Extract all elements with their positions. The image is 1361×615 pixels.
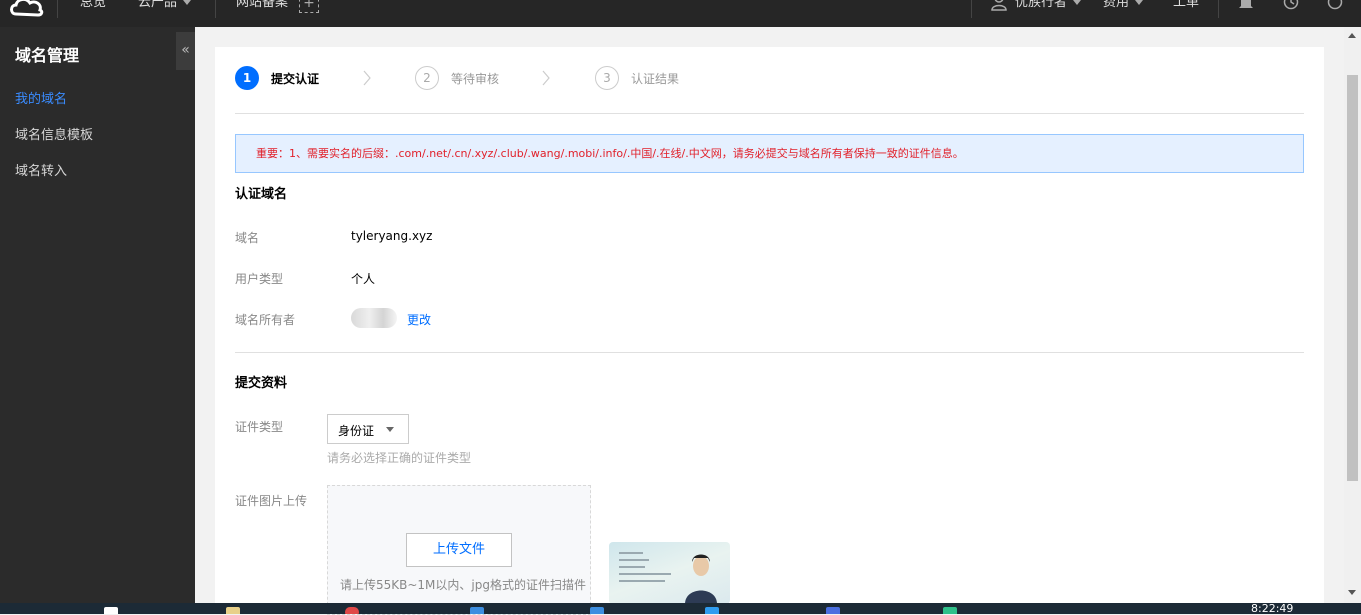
caret-down-icon	[386, 427, 394, 432]
step-2-circle: 2	[415, 66, 439, 90]
text-line	[619, 580, 665, 582]
divider	[235, 113, 1304, 114]
section-title-verify-domain: 认证域名	[235, 187, 288, 202]
upload-label: 证件图片上传	[235, 494, 308, 508]
taskbar-app-icon[interactable]	[705, 607, 719, 614]
help-icon[interactable]	[1326, 0, 1344, 12]
step-2-label: 等待审核	[451, 72, 500, 86]
text-line	[619, 573, 671, 575]
cert-type-value: 身份证	[338, 424, 375, 438]
billing-menu[interactable]: 费用	[1103, 0, 1144, 12]
user-type-value: 个人	[351, 272, 376, 286]
taskbar-app-icon[interactable]	[470, 607, 484, 614]
chevron-down-icon	[1073, 0, 1082, 5]
upload-description: 请上传55KB~1M以内、jpg格式的证件扫描件	[340, 578, 586, 592]
billing-label: 费用	[1103, 0, 1130, 10]
bell-icon[interactable]	[1237, 0, 1255, 12]
upload-file-button[interactable]: 上传文件	[406, 533, 512, 567]
chevron-down-icon	[183, 0, 192, 5]
add-shortcut-icon[interactable]: +	[299, 0, 319, 13]
scroll-up-arrow-icon[interactable]	[1348, 33, 1356, 38]
text-line	[619, 566, 645, 568]
top-nav-bar: 总览 云产品 网站备案 + 优族行者 费用 工单	[0, 0, 1361, 27]
sidebar: 域名管理 « 我的域名 域名信息模板 域名转入	[0, 27, 195, 603]
chevron-down-icon	[1135, 0, 1144, 5]
taskbar-app-icon[interactable]	[943, 607, 957, 614]
cert-type-select[interactable]: 身份证	[327, 414, 409, 444]
cloud-logo-icon[interactable]	[8, 0, 46, 18]
nav-overview[interactable]: 总览	[80, 0, 106, 12]
taskbar-chrome-icon[interactable]	[345, 607, 359, 614]
step-1-label: 提交认证	[271, 72, 320, 86]
ticket-link[interactable]: 工单	[1173, 0, 1199, 12]
sidebar-item-domain-transfer[interactable]: 域名转入	[15, 160, 67, 179]
divider	[1218, 0, 1219, 18]
divider	[57, 0, 58, 18]
id-card-sample-image	[609, 542, 730, 604]
collapse-sidebar-icon[interactable]: «	[176, 32, 195, 70]
portrait-photo-icon	[685, 554, 717, 604]
owner-name-redacted	[351, 308, 397, 328]
chevron-right-icon	[363, 70, 371, 86]
divider	[235, 352, 1304, 353]
os-taskbar: 8:22:49	[0, 603, 1361, 614]
change-owner-link[interactable]: 更改	[407, 311, 431, 328]
user-name: 优族行者	[1015, 0, 1068, 10]
clock-icon[interactable]	[1282, 0, 1300, 12]
upload-dropzone[interactable]: 上传文件 请上传55KB~1M以内、jpg格式的证件扫描件	[327, 485, 591, 615]
cert-type-hint: 请务必选择正确的证件类型	[327, 451, 472, 465]
step-1-circle: 1	[235, 66, 259, 90]
text-line	[619, 552, 643, 554]
step-3-label: 认证结果	[631, 72, 680, 86]
user-type-label: 用户类型	[235, 272, 284, 286]
scroll-down-arrow-icon[interactable]	[1348, 590, 1356, 595]
nav-products-label: 云产品	[138, 0, 178, 10]
taskbar-app-icon[interactable]	[104, 607, 118, 614]
domain-value: tyleryang.xyz	[351, 229, 433, 243]
text-line	[619, 559, 649, 561]
user-menu[interactable]: 优族行者	[1015, 0, 1082, 12]
taskbar-app-icon[interactable]	[826, 607, 840, 614]
taskbar-app-icon[interactable]	[226, 607, 240, 614]
divider	[971, 0, 972, 18]
chevron-right-icon	[542, 70, 550, 86]
scrollbar-thumb[interactable]	[1347, 75, 1358, 481]
owner-label: 域名所有者	[235, 313, 296, 327]
sidebar-item-domain-templates[interactable]: 域名信息模板	[15, 124, 93, 143]
nav-icp-filing[interactable]: 网站备案	[236, 0, 288, 12]
taskbar-clock[interactable]: 8:22:49	[1251, 603, 1293, 614]
page-scrollbar[interactable]	[1344, 27, 1361, 603]
domain-label: 域名	[235, 231, 260, 245]
cert-type-label: 证件类型	[235, 420, 284, 434]
divider	[215, 0, 216, 18]
nav-products[interactable]: 云产品	[138, 0, 192, 12]
user-icon	[991, 0, 1007, 11]
important-notice: 重要：1、需要实名的后缀：.com/.net/.cn/.xyz/.club/.w…	[235, 134, 1304, 173]
step-3-circle: 3	[595, 66, 619, 90]
sidebar-title: 域名管理	[15, 46, 80, 65]
section-title-submit-docs: 提交资料	[235, 376, 288, 391]
taskbar-app-icon[interactable]	[590, 607, 604, 614]
sidebar-item-my-domains[interactable]: 我的域名	[15, 88, 67, 107]
main-card: 1 提交认证 2 等待审核 3 认证结果 重要：1、需要实名的后缀：.com/.…	[215, 47, 1324, 615]
